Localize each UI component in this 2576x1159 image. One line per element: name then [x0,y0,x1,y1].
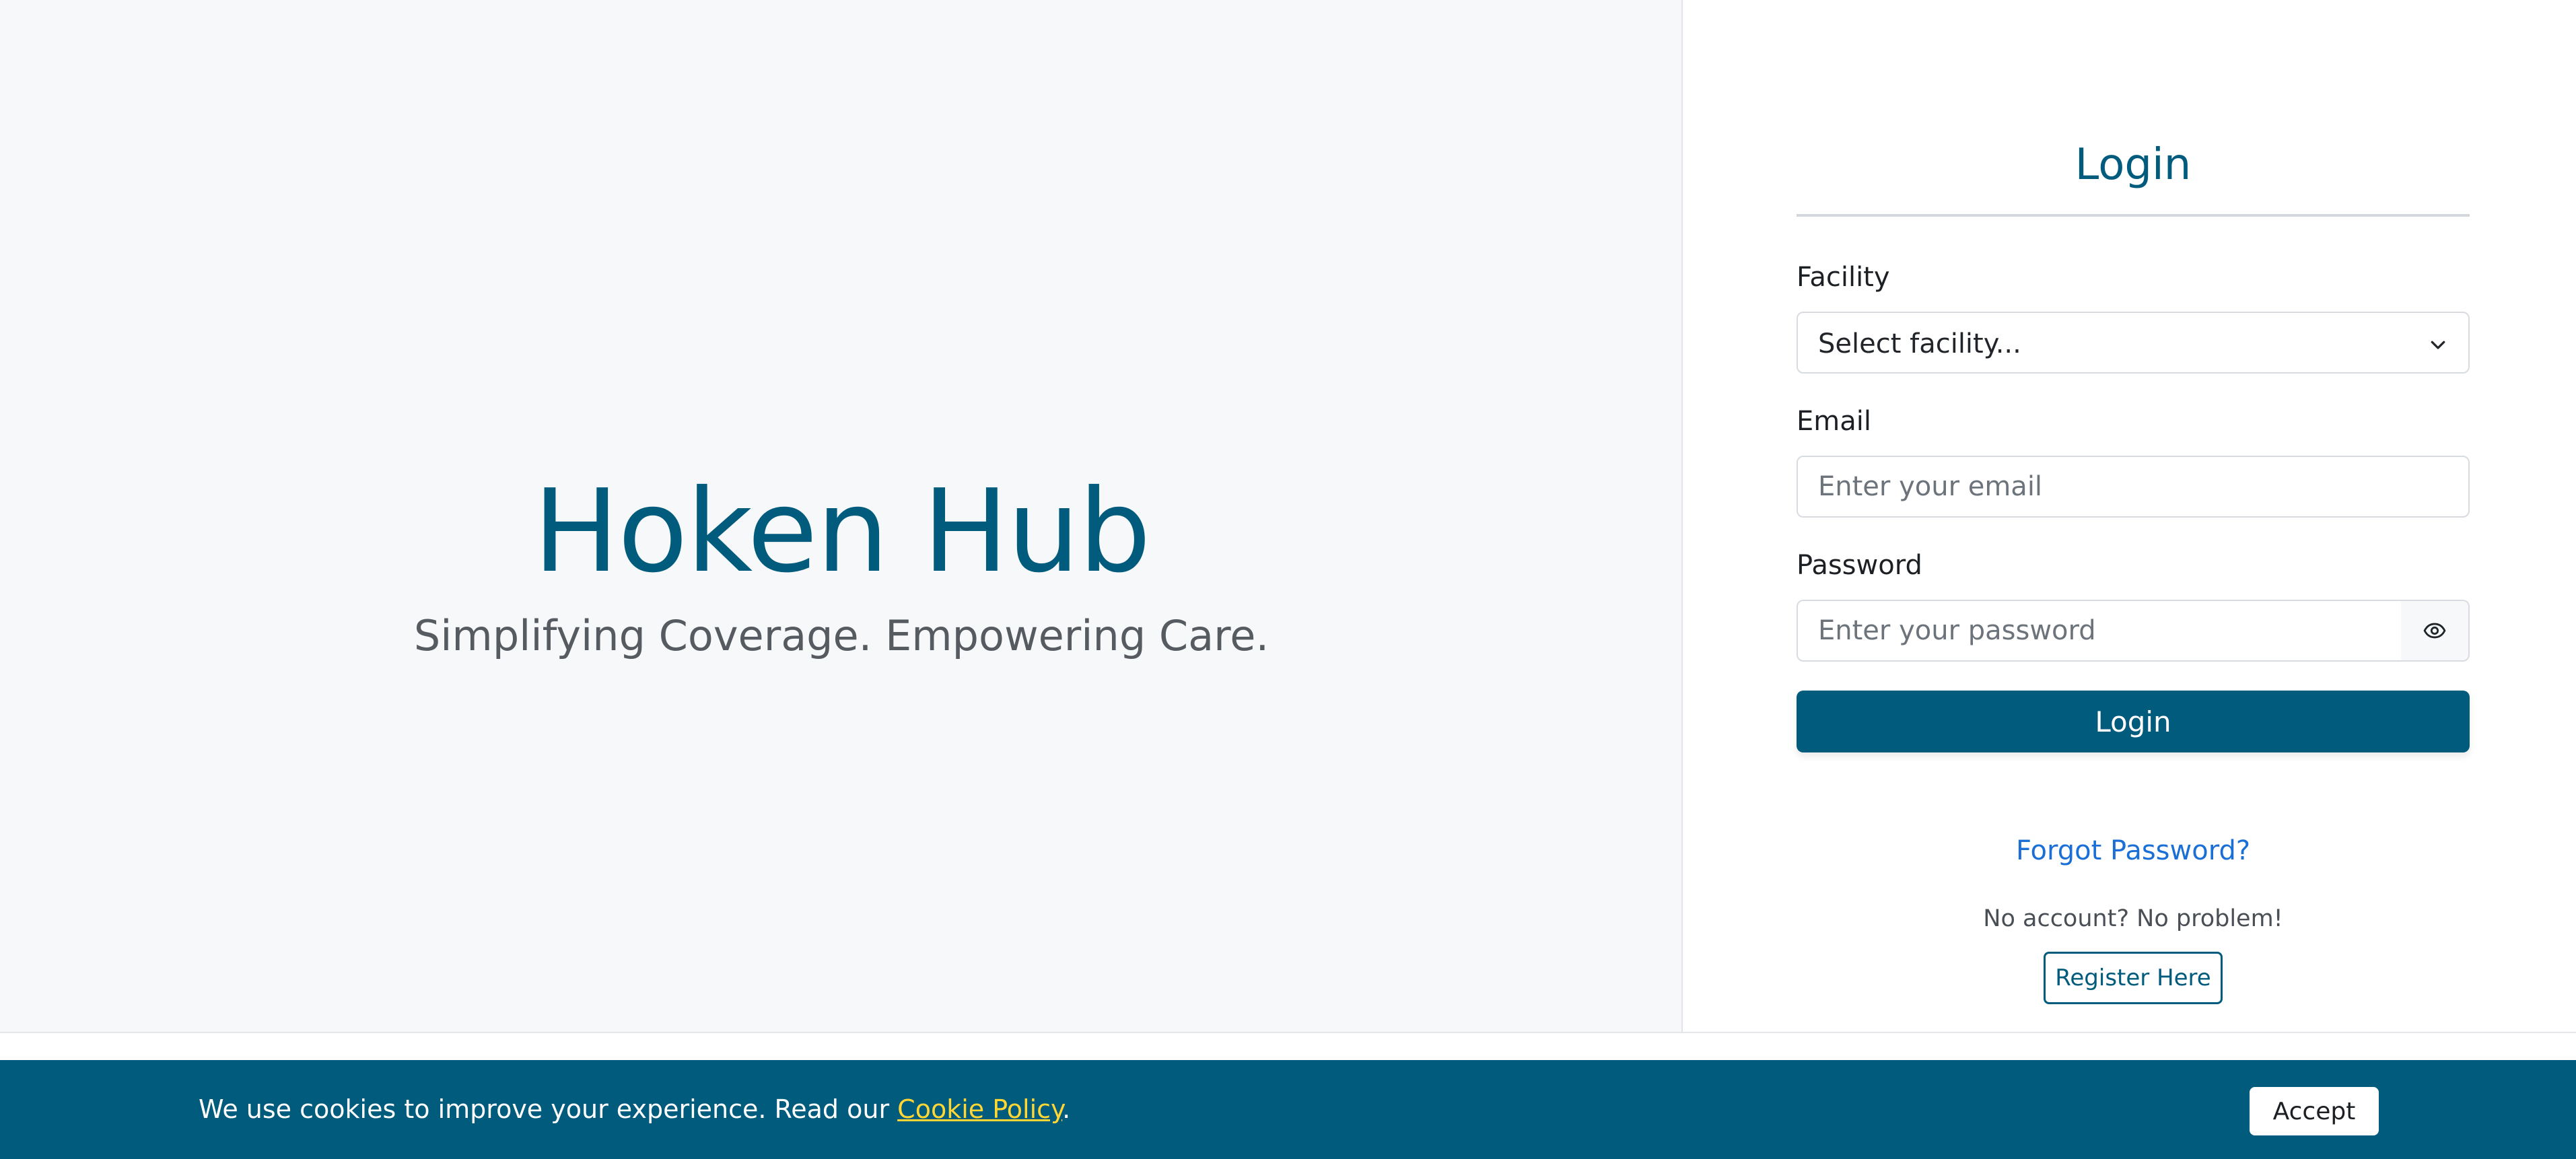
email-label: Email [1797,406,1871,437]
facility-select[interactable]: Select facility... [1797,312,2470,374]
chevron-down-icon [2431,341,2445,349]
register-button[interactable]: Register Here [2044,952,2223,1004]
login-heading: Login [2075,140,2192,190]
cookie-policy-link[interactable]: Cookie Policy [897,1094,1062,1124]
password-group [1797,600,2470,662]
app-tagline: Simplifying Coverage. Empowering Care. [413,611,1269,660]
app-title: Hoken Hub [532,465,1151,598]
heading-divider [1797,214,2470,217]
password-label: Password [1797,550,1922,581]
accept-cookies-button[interactable]: Accept [2250,1087,2379,1135]
email-field[interactable] [1797,456,2470,518]
login-button[interactable]: Login [1797,691,2470,752]
show-password-button[interactable] [2401,600,2470,662]
forgot-password-link[interactable]: Forgot Password? [1797,832,2470,870]
hero-panel: Hoken Hub Simplifying Coverage. Empoweri… [0,0,1683,1032]
cookie-message: We use cookies to improve your experienc… [199,1060,1070,1159]
cookie-message-end: . [1062,1094,1071,1124]
password-field[interactable] [1797,600,2402,662]
cookie-banner: We use cookies to improve your experienc… [0,1060,2576,1159]
page: Hoken Hub Simplifying Coverage. Empoweri… [0,0,2576,1159]
facility-label: Facility [1797,262,1890,293]
eye-icon [2423,623,2446,639]
facility-selected-value: Select facility... [1818,328,2021,359]
no-account-text: No account? No problem! [1983,905,2283,932]
login-panel: Login Facility Select facility... Email … [1684,0,2576,1032]
banner-separator [0,1032,2576,1060]
cookie-message-text: We use cookies to improve your experienc… [199,1094,898,1124]
